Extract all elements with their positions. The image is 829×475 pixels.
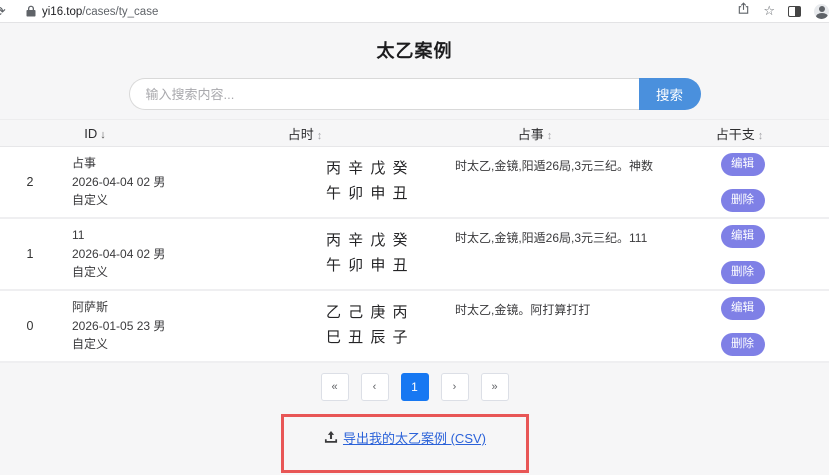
page-last-button[interactable]: » (480, 373, 509, 401)
case-type: 自定义 (72, 193, 109, 208)
sort-both-icon: ↕ (316, 129, 323, 142)
page-number-button[interactable]: 1 (400, 373, 429, 401)
column-label: 占干支 (715, 126, 755, 142)
column-label: ID (84, 125, 98, 141)
case-type: 自定义 (72, 337, 109, 352)
edit-button[interactable]: 编辑 (720, 224, 765, 248)
ganzhi-branches: 午 卯 申 丑 (325, 257, 409, 274)
column-header-zhanshi-matter[interactable]: 占事 ↕ (420, 124, 650, 143)
bookmark-star-icon[interactable]: ☆ (763, 3, 775, 19)
case-datetime: 2026-04-04 02 男 (72, 174, 166, 189)
table-header-row: ID ↓ 占时 ↕ 占事 ↕ 占干支 ↕ (0, 119, 829, 147)
edit-button[interactable]: 编辑 (720, 152, 765, 176)
delete-button[interactable]: 删除 (720, 260, 765, 284)
case-name: 占事 (72, 156, 97, 171)
row-description: 时太乙,金镜,阳遁26局,3元三纪。神数 (455, 159, 654, 173)
pagination: « ‹ 1 › » (0, 373, 829, 401)
ganzhi-branches: 巳 丑 辰 子 (325, 329, 409, 346)
row-ganzhi: 乙 己 庚 丙 巳 丑 辰 子 (280, 301, 455, 351)
case-datetime: 2026-04-04 02 男 (72, 246, 166, 261)
search-bar: 搜索 (128, 78, 701, 110)
row-ganzhi: 丙 辛 戊 癸 午 卯 申 丑 (280, 157, 455, 207)
row-actions: 编辑 删除 (700, 224, 829, 284)
address-bar[interactable]: yi16.top/cases/ty_case (26, 2, 737, 20)
ganzhi-stems: 丙 辛 戊 癸 (325, 160, 409, 178)
url-path: /cases/ty_case (82, 6, 159, 18)
search-button[interactable]: 搜索 (638, 78, 701, 110)
browser-toolbar: ⟳ yi16.top/cases/ty_case ☆ (0, 0, 829, 23)
page-title: 太乙案例 (376, 41, 453, 61)
table-row: 0 阿萨斯 2026-01-05 23 男 自定义 乙 己 庚 丙 巳 丑 辰 … (0, 291, 829, 363)
row-detail: 阿萨斯 2026-01-05 23 男 自定义 (60, 298, 280, 354)
case-name: 11 (72, 228, 85, 243)
edit-button[interactable]: 编辑 (720, 296, 765, 320)
url-host: yi16.top (42, 6, 83, 18)
table-row: 2 占事 2026-04-04 02 男 自定义 丙 辛 戊 癸 午 卯 申 丑… (0, 147, 829, 219)
profile-avatar[interactable] (814, 3, 829, 19)
row-actions: 编辑 删除 (700, 296, 829, 356)
row-actions: 编辑 删除 (700, 152, 829, 212)
column-label: 占时 (287, 126, 314, 142)
row-id: 0 (26, 319, 34, 333)
column-label: 占事 (517, 126, 544, 142)
column-header-id[interactable]: ID ↓ (0, 126, 190, 141)
row-id: 1 (26, 247, 34, 261)
page-next-button[interactable]: › (440, 373, 469, 401)
reload-icon[interactable]: ⟳ (0, 3, 12, 20)
delete-button[interactable]: 删除 (720, 188, 765, 212)
case-type: 自定义 (72, 265, 109, 280)
row-description: 时太乙,金镜,阳遁26局,3元三纪。111 (455, 231, 648, 245)
row-ganzhi: 丙 辛 戊 癸 午 卯 申 丑 (280, 229, 455, 279)
column-header-zhanshi-time[interactable]: 占时 ↕ (190, 124, 420, 143)
case-name: 阿萨斯 (72, 300, 109, 315)
row-description: 时太乙,金镜。阿打算打打 (455, 303, 591, 317)
page-first-button[interactable]: « (320, 373, 349, 401)
side-panel-icon[interactable] (788, 5, 801, 17)
share-icon[interactable] (737, 2, 750, 20)
case-datetime: 2026-01-05 23 男 (72, 318, 166, 333)
table-row: 1 11 2026-04-04 02 男 自定义 丙 辛 戊 癸 午 卯 申 丑… (0, 219, 829, 291)
lock-icon (26, 5, 36, 17)
ganzhi-branches: 午 卯 申 丑 (325, 185, 409, 202)
export-csv-link[interactable]: 导出我的太乙案例 (CSV) (324, 428, 486, 447)
row-detail: 11 2026-04-04 02 男 自定义 (60, 226, 280, 282)
ganzhi-stems: 丙 辛 戊 癸 (325, 232, 409, 250)
export-upload-icon (324, 431, 338, 443)
ganzhi-stems: 乙 己 庚 丙 (325, 304, 409, 322)
annotation-box: 导出我的太乙案例 (CSV) (281, 414, 529, 473)
column-header-ganzhi[interactable]: 占干支 ↕ (650, 124, 829, 143)
row-detail: 占事 2026-04-04 02 男 自定义 (60, 154, 280, 210)
page-prev-button[interactable]: ‹ (360, 373, 389, 401)
sort-both-icon: ↕ (757, 129, 764, 142)
export-link-label: 导出我的太乙案例 (CSV) (342, 431, 486, 446)
sort-desc-icon: ↓ (100, 128, 106, 141)
search-input[interactable] (128, 78, 639, 110)
row-id: 2 (26, 175, 34, 189)
delete-button[interactable]: 删除 (720, 332, 765, 356)
sort-both-icon: ↕ (546, 129, 553, 142)
